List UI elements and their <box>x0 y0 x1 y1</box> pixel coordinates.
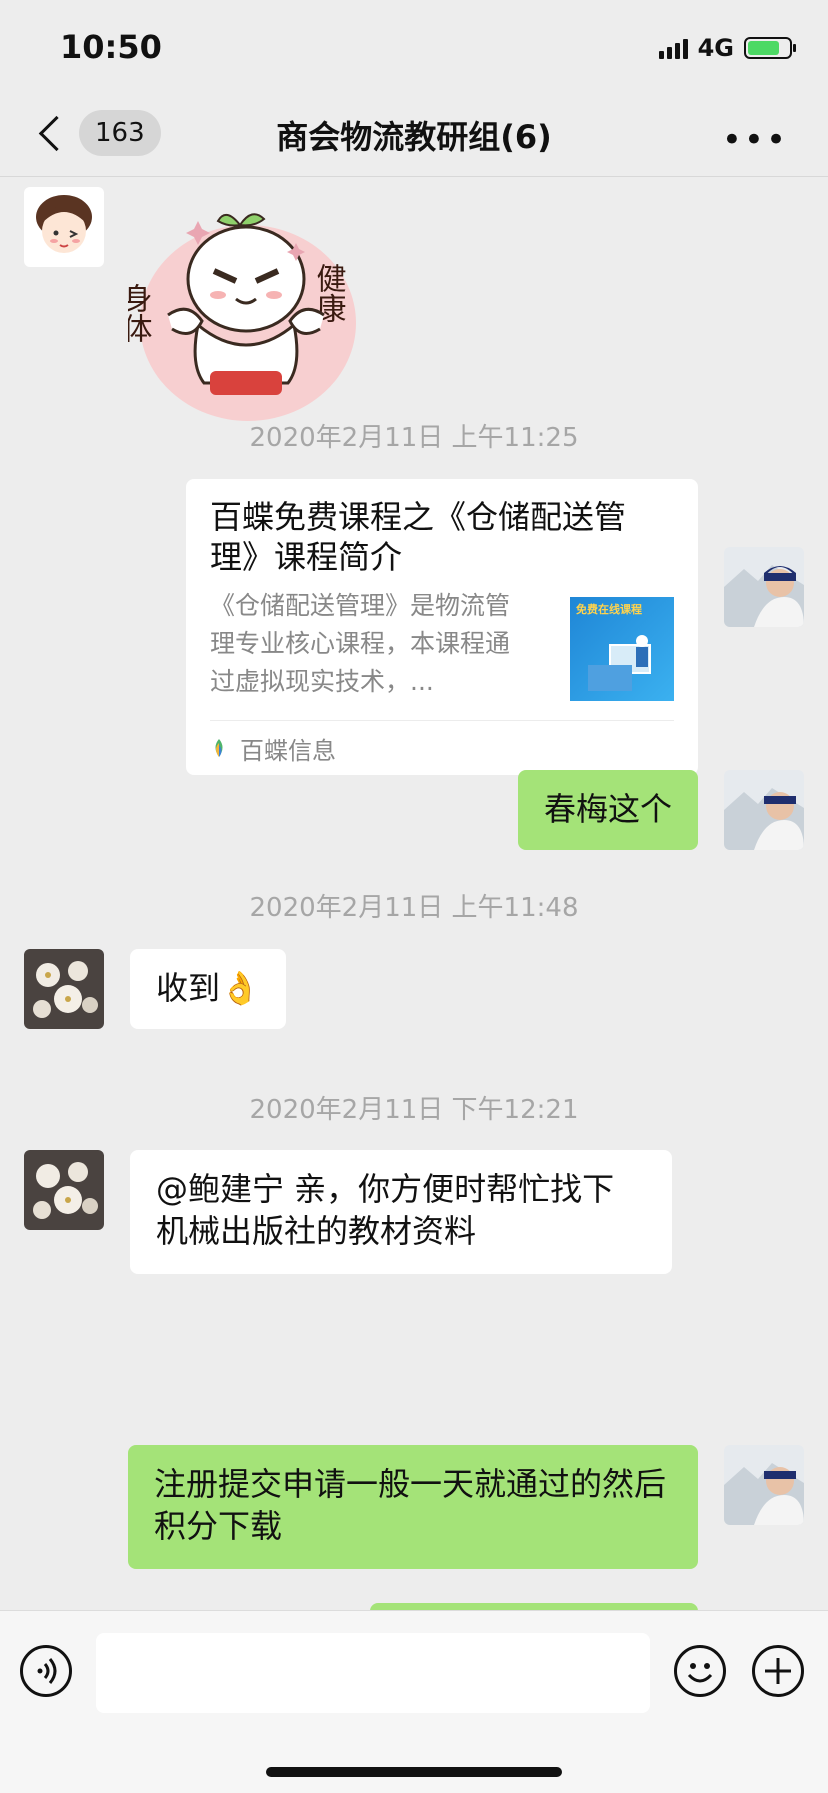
timestamp: 2020年2月11日 上午11:48 <box>249 893 579 923</box>
input-bar <box>0 1610 828 1793</box>
avatar[interactable] <box>24 187 104 267</box>
card-source: 百蝶信息 <box>210 720 674 775</box>
avatar[interactable] <box>724 1445 804 1525</box>
chat-messages[interactable]: 身体 健康 2020年2月11日 上午11:25 百蝶免费课程之《仓储配送管理》… <box>0 177 828 1610</box>
avatar[interactable] <box>24 949 104 1029</box>
battery-icon <box>744 37 796 59</box>
signal-icon <box>658 37 688 59</box>
card-thumbnail: 免费在线课程 <box>570 597 674 701</box>
timestamp: 2020年2月11日 上午11:25 <box>249 423 579 453</box>
avatar[interactable] <box>24 1150 104 1230</box>
home-indicator <box>266 1767 562 1777</box>
more-horizontal-icon[interactable]: ••• <box>722 120 788 160</box>
status-indicators: 4G <box>658 34 796 62</box>
avatar[interactable] <box>724 547 804 627</box>
card-source-name: 百蝶信息 <box>240 736 336 765</box>
message-bubble[interactable]: 收到👌 <box>130 949 286 1029</box>
chat-title: 商会物流教研组(6) <box>276 118 552 156</box>
message-input[interactable] <box>96 1633 650 1713</box>
status-bar: 10:50 4G <box>0 0 828 100</box>
message-bubble[interactable]: 春梅这个 <box>517 770 698 850</box>
emoji-icon[interactable] <box>674 1645 726 1697</box>
avatar[interactable] <box>724 770 804 850</box>
sticker-image[interactable]: 身体 健康 <box>117 195 378 425</box>
voice-icon[interactable] <box>20 1645 72 1697</box>
nav-bar: 163 商会物流教研组(6) ••• <box>0 100 828 177</box>
plus-icon[interactable] <box>752 1645 804 1697</box>
status-time: 10:50 <box>60 28 162 66</box>
sticker-text-left: 身体 <box>128 283 153 343</box>
card-thumbnail-text: 免费在线课程 <box>576 603 642 616</box>
message-bubble[interactable]: @鲍建宁 亲，你方便时帮忙找下机械出版社的教材资料 <box>130 1150 672 1274</box>
message-bubble-partial <box>370 1603 698 1610</box>
source-logo-icon <box>215 739 223 757</box>
card-title: 百蝶免费课程之《仓储配送管理》课程简介 <box>210 498 627 576</box>
timestamp: 2020年2月11日 下午12:21 <box>249 1095 579 1125</box>
message-bubble[interactable]: 注册提交申请一般一天就通过的然后积分下载 <box>128 1445 698 1569</box>
card-description: 《仓储配送管理》是物流管理专业核心课程，本课程通过虚拟现实技术，... <box>210 591 511 696</box>
link-card[interactable]: 百蝶免费课程之《仓储配送管理》课程简介 《仓储配送管理》是物流管理专业核心课程，… <box>186 479 698 775</box>
network-type: 4G <box>697 34 734 62</box>
